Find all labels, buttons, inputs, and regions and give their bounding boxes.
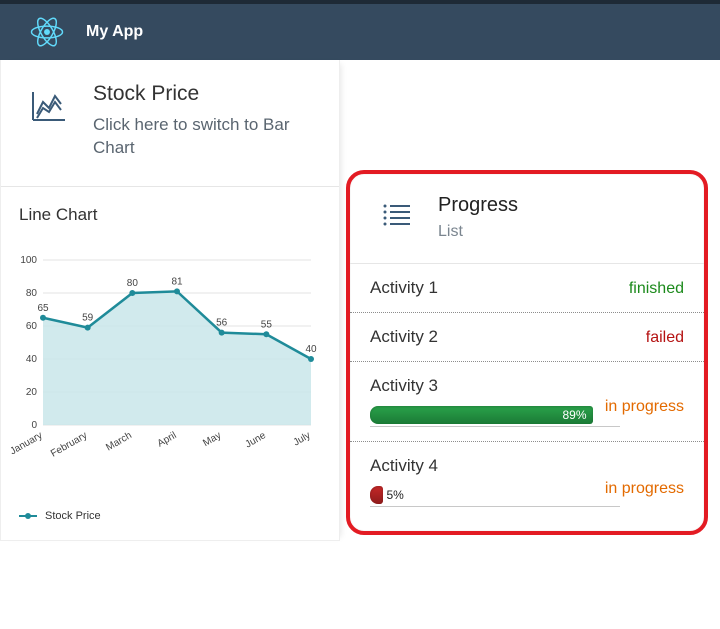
activity-name: Activity 2: [370, 327, 438, 347]
activity-name: Activity 1: [370, 278, 438, 298]
svg-text:February: February: [49, 430, 89, 460]
svg-text:January: January: [11, 430, 45, 457]
svg-text:56: 56: [216, 317, 228, 328]
activity-row[interactable]: Activity 3 in progress 89%: [350, 361, 704, 441]
svg-text:65: 65: [37, 303, 49, 314]
activity-row[interactable]: Activity 2 failed: [350, 312, 704, 361]
svg-text:June: June: [244, 430, 269, 451]
svg-text:80: 80: [26, 288, 38, 299]
panel-subtitle: List: [438, 223, 518, 241]
svg-text:100: 100: [20, 255, 37, 266]
progress-bar: 5%: [370, 486, 620, 507]
svg-text:July: July: [292, 430, 313, 448]
activity-row[interactable]: Activity 1 finished: [350, 263, 704, 312]
progress-percent: 5%: [387, 488, 404, 502]
status-badge: in progress: [605, 480, 684, 498]
line-chart-icon: [29, 86, 69, 126]
stock-price-card: Stock Price Click here to switch to Bar …: [0, 60, 340, 541]
list-icon: [380, 198, 414, 232]
chart-caption: Line Chart: [1, 187, 339, 225]
topbar: My App: [0, 0, 720, 60]
svg-text:April: April: [156, 430, 179, 450]
legend-marker-icon: [19, 511, 37, 521]
card-title: Stock Price: [93, 82, 315, 106]
card-header[interactable]: Stock Price Click here to switch to Bar …: [1, 60, 339, 186]
svg-text:40: 40: [305, 344, 317, 355]
svg-text:80: 80: [127, 278, 139, 289]
panel-header: Progress List: [350, 174, 704, 263]
svg-text:20: 20: [26, 387, 38, 398]
svg-text:59: 59: [82, 313, 94, 324]
app-title: My App: [86, 23, 143, 41]
progress-bar: 89%: [370, 406, 620, 427]
status-badge: finished: [629, 280, 684, 298]
status-badge: in progress: [605, 398, 684, 416]
status-badge: failed: [646, 329, 684, 347]
progress-panel: Progress List Activity 1 finished Activi…: [346, 170, 708, 535]
svg-text:60: 60: [26, 321, 38, 332]
chart-legend: Stock Price: [1, 510, 339, 540]
activity-row[interactable]: Activity 4 in progress 5%: [350, 441, 704, 521]
activity-name: Activity 3: [370, 376, 438, 396]
card-subtitle: Click here to switch to Bar Chart: [93, 114, 315, 160]
svg-text:March: March: [104, 430, 134, 453]
react-logo-icon: [30, 15, 64, 49]
svg-text:40: 40: [26, 354, 38, 365]
svg-text:81: 81: [171, 276, 183, 287]
chart: 0 20 40 60 80 100 65 59 80 81 56 55 40 JanuaryFebruar…: [1, 225, 339, 510]
legend-label: Stock Price: [45, 510, 101, 522]
activity-name: Activity 4: [370, 456, 438, 476]
svg-text:55: 55: [261, 319, 273, 330]
progress-percent: 89%: [562, 408, 586, 422]
panel-title: Progress: [438, 194, 518, 217]
svg-text:May: May: [201, 430, 223, 449]
svg-text:0: 0: [31, 420, 37, 431]
